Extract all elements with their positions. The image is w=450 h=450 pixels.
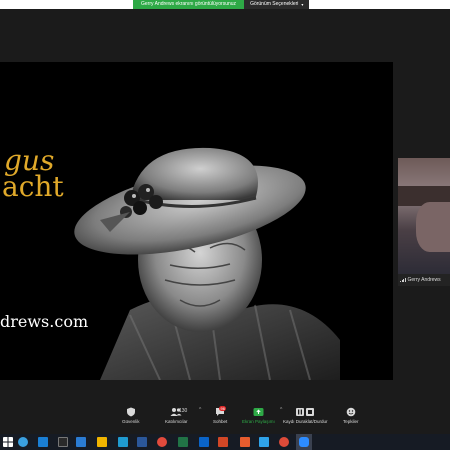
security-button[interactable]: Güvenlik xyxy=(122,407,140,424)
zoom-meeting-window: Gerry Andrews ekranını görüntülüyorsunuz… xyxy=(0,0,450,450)
participants-count: 130 xyxy=(179,408,188,414)
mail-icon[interactable] xyxy=(76,437,86,447)
view-options-button[interactable]: Görünüm Seçenekleri ▾ xyxy=(244,0,310,9)
meeting-controls: Güvenlik 130 Katılımcılar ^ 96 Sohbet Ek… xyxy=(0,405,450,433)
windows-taskbar xyxy=(0,434,450,450)
chat-label: Sohbet xyxy=(213,419,228,424)
participants-label: Katılımcılar xyxy=(165,419,188,424)
chat-button[interactable]: 96 Sohbet xyxy=(213,406,228,424)
word-icon[interactable] xyxy=(137,437,147,447)
folder-icon[interactable] xyxy=(97,437,107,447)
reactions-button[interactable]: Tepkiler xyxy=(343,407,359,424)
windows-start-icon[interactable] xyxy=(3,437,13,447)
chevron-down-icon: ▾ xyxy=(301,2,304,7)
share-banner: Gerry Andrews ekranını görüntülüyorsunuz… xyxy=(133,0,310,9)
lightroom-icon[interactable] xyxy=(199,437,209,447)
zoom-icon[interactable] xyxy=(299,437,309,447)
share-screen-icon xyxy=(253,408,264,416)
terminal-icon[interactable] xyxy=(58,437,68,447)
view-options-label: Görünüm Seçenekleri xyxy=(250,1,299,7)
smiley-icon xyxy=(346,407,356,417)
participant-name: Gerry Andrews xyxy=(407,277,441,283)
participants-button[interactable]: 130 Katılımcılar xyxy=(165,407,188,424)
shared-screen: gus acht drews.com xyxy=(0,62,393,380)
excel-icon[interactable] xyxy=(178,437,188,447)
security-label: Güvenlik xyxy=(122,419,140,424)
share-chevron-up-icon[interactable]: ^ xyxy=(280,407,282,413)
store-icon[interactable] xyxy=(38,437,48,447)
pause-stop-icon xyxy=(296,408,315,416)
chat-badge: 96 xyxy=(219,406,227,411)
edge-icon[interactable] xyxy=(18,437,28,447)
participant-video xyxy=(398,158,450,278)
share-status-text: Gerry Andrews ekranını görüntülüyorsunuz xyxy=(133,0,245,9)
participant-video-tile[interactable]: Gerry Andrews xyxy=(398,158,450,286)
share-screen-button[interactable]: Ekran Paylaşımı xyxy=(242,407,275,424)
powerpoint-icon[interactable] xyxy=(218,437,228,447)
slide-title-line2: acht xyxy=(2,170,64,203)
portrait-photo xyxy=(74,147,340,380)
share-screen-label: Ekran Paylaşımı xyxy=(242,419,275,424)
photoshop-icon[interactable] xyxy=(259,437,269,447)
record-button[interactable]: Kaydı Duraklat/Durdur xyxy=(283,407,328,424)
participants-chevron-up-icon[interactable]: ^ xyxy=(199,407,201,413)
chrome-icon[interactable] xyxy=(157,437,167,447)
photos-icon[interactable] xyxy=(118,437,128,447)
app-icon[interactable] xyxy=(240,437,250,447)
shield-icon xyxy=(126,407,135,417)
reactions-label: Tepkiler xyxy=(343,419,359,424)
signal-icon xyxy=(400,278,406,282)
record-label: Kaydı Duraklat/Durdur xyxy=(283,419,328,424)
participant-name-bar: Gerry Andrews xyxy=(398,274,450,286)
chrome-icon[interactable] xyxy=(279,437,289,447)
